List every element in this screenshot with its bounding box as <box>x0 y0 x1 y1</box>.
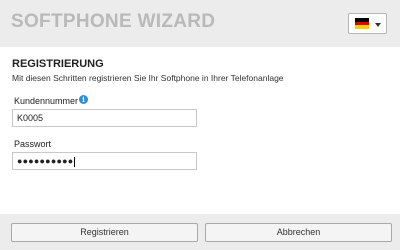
app-title: SOFTPHONE WIZARD <box>11 11 216 32</box>
footer-bar: Registrieren Abbrechen <box>0 214 400 250</box>
germany-flag-icon <box>355 18 369 29</box>
password-label: Passwort <box>14 139 52 149</box>
header-bar: SOFTPHONE WIZARD <box>0 0 400 47</box>
section-description: Mit diesen Schritten registrieren Sie Ih… <box>12 73 284 83</box>
cancel-button[interactable]: Abbrechen <box>205 223 392 242</box>
password-input[interactable]: ●●●●●●●●●● <box>12 152 197 170</box>
register-button[interactable]: Registrieren <box>11 223 198 242</box>
chevron-down-icon <box>375 23 381 27</box>
section-title: REGISTRIERUNG <box>12 58 104 70</box>
password-value: ●●●●●●●●●● <box>17 156 74 166</box>
language-select[interactable] <box>348 13 387 34</box>
customer-number-value: K0005 <box>17 113 44 123</box>
text-cursor <box>74 156 76 167</box>
customer-number-label: Kundennummer <box>14 96 79 106</box>
info-icon[interactable]: i <box>79 95 88 104</box>
customer-number-input[interactable]: K0005 <box>12 109 197 127</box>
